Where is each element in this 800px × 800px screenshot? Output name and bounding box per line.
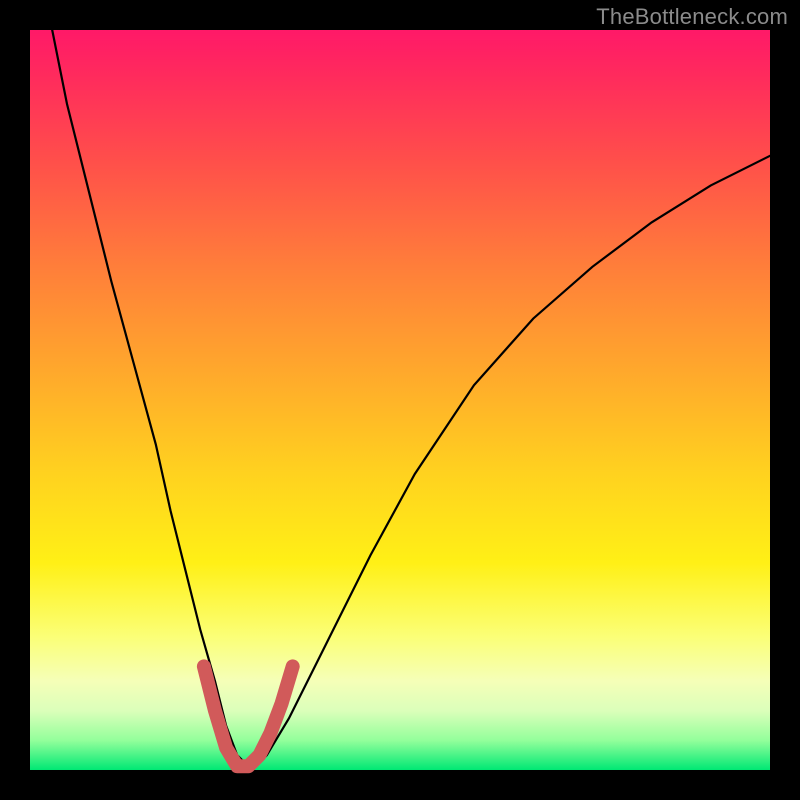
chart-frame: TheBottleneck.com	[0, 0, 800, 800]
highlight-valley	[204, 666, 293, 766]
watermark-text: TheBottleneck.com	[596, 4, 788, 30]
curve-layer	[0, 0, 800, 800]
bottleneck-curve	[52, 30, 770, 770]
